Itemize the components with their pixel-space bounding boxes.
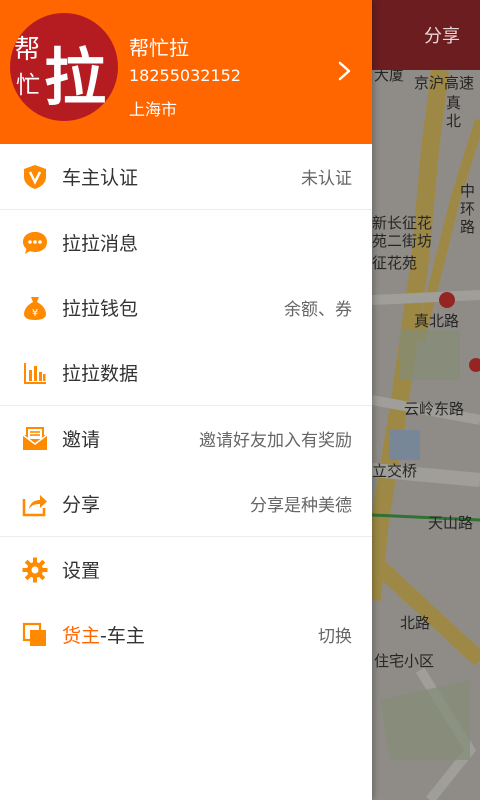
menu-item-label: 设置 <box>62 560 101 582</box>
gear-icon <box>22 557 48 583</box>
verify-shield-icon <box>24 165 46 189</box>
menu-item-label: 分享 <box>62 494 101 516</box>
menu-item-role-switch[interactable]: 货主-车主 切换 <box>0 602 372 667</box>
switch-role-icon <box>22 622 46 646</box>
avatar-char: 帮 <box>14 35 41 65</box>
menu-item-messages[interactable]: 拉拉消息 <box>0 210 372 275</box>
message-bubble-icon <box>23 232 47 254</box>
top-share-button[interactable]: 分享 <box>424 22 460 48</box>
money-bag-icon: ¥ <box>24 297 46 320</box>
menu-item-label: 车主认证 <box>62 167 139 189</box>
menu-item-value: 余额、券 <box>284 300 352 320</box>
role-rest: -车主 <box>100 625 145 647</box>
menu-item-value: 邀请好友加入有奖励 <box>199 431 352 451</box>
menu-item-label: 拉拉消息 <box>62 233 139 255</box>
menu-item-value: 分享是种美德 <box>250 496 352 516</box>
menu-item-value: 切换 <box>318 627 352 647</box>
role-highlight: 货主 <box>62 625 101 647</box>
avatar-char: 拉 <box>44 41 107 114</box>
svg-text:¥: ¥ <box>32 308 38 319</box>
bar-chart-icon <box>24 363 46 384</box>
menu-item-label: 邀请 <box>62 429 101 451</box>
menu-item-label: 货主-车主 <box>62 621 145 648</box>
invite-envelope-icon <box>22 427 48 450</box>
profile-header[interactable]: 帮 忙 拉 帮忙拉 18255032152 上海市 <box>0 0 372 144</box>
user-name: 帮忙拉 <box>129 36 189 60</box>
menu-item-share[interactable]: 分享 分享是种美德 <box>0 471 372 536</box>
menu-item-settings[interactable]: 设置 <box>0 537 372 602</box>
menu-item-wallet[interactable]: ¥ 拉拉钱包 余额、券 <box>0 275 372 340</box>
user-phone: 18255032152 <box>129 66 241 85</box>
top-bar: 分享 <box>372 0 480 70</box>
menu-item-owner-verify[interactable]: 车主认证 未认证 <box>0 144 372 209</box>
user-city: 上海市 <box>129 100 178 119</box>
menu-item-invite[interactable]: 邀请 邀请好友加入有奖励 <box>0 406 372 471</box>
menu-item-label: 拉拉数据 <box>62 363 139 385</box>
menu-item-label: 拉拉钱包 <box>62 298 139 320</box>
chevron-right-icon[interactable] <box>334 60 356 82</box>
avatar: 帮 忙 拉 <box>10 13 118 121</box>
share-icon <box>22 495 47 517</box>
navigation-drawer: 帮 忙 拉 帮忙拉 18255032152 上海市 车主认证 未认证 拉拉消息 <box>0 0 372 800</box>
avatar-char: 忙 <box>16 71 40 99</box>
menu-item-data[interactable]: 拉拉数据 <box>0 340 372 405</box>
menu-item-value: 未认证 <box>301 169 352 189</box>
